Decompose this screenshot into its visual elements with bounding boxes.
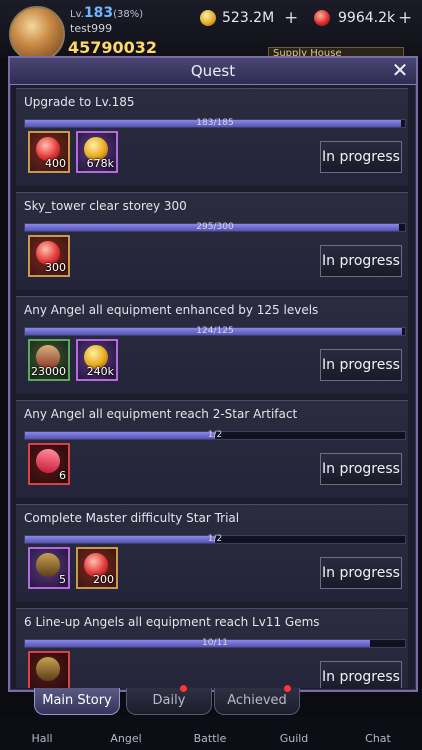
quest-progress-bar: 183/185 bbox=[24, 118, 406, 128]
reward-quantity: 200 bbox=[93, 573, 114, 586]
nav-hall[interactable]: Hall bbox=[0, 716, 84, 750]
gold-amount: 523.2M bbox=[222, 10, 275, 26]
gem-chest-icon bbox=[36, 657, 60, 681]
reward-list bbox=[28, 651, 76, 688]
tab-main-story[interactable]: Main Story bbox=[34, 688, 120, 715]
in-progress-button[interactable]: In progress bbox=[320, 557, 402, 589]
reward-list: 400 678k bbox=[28, 131, 124, 173]
quest-item: Complete Master difficulty Star Trial 1/… bbox=[16, 504, 408, 602]
quest-progress-bar: 1/2 bbox=[24, 430, 406, 440]
quest-progress-bar: 10/11 bbox=[24, 638, 406, 648]
nav-label: Angel bbox=[110, 732, 142, 745]
nav-label: Guild bbox=[279, 732, 309, 745]
quest-item: 6 Line-up Angels all equipment reach Lv1… bbox=[16, 608, 408, 688]
add-gem-button[interactable]: + bbox=[398, 8, 412, 28]
nav-battle[interactable]: Battle bbox=[168, 716, 252, 750]
tab-daily[interactable]: Daily bbox=[126, 685, 212, 715]
quest-progress-bar: 295/300 bbox=[24, 222, 406, 232]
add-gold-button[interactable]: + bbox=[284, 8, 298, 28]
reward-quantity: 23000 bbox=[31, 365, 66, 378]
reward-item[interactable]: 5 bbox=[28, 547, 70, 589]
crystal-icon bbox=[34, 447, 62, 475]
nav-guild[interactable]: Guild bbox=[252, 716, 336, 750]
quest-tabs: Main Story Daily Achieved bbox=[34, 685, 300, 716]
in-progress-button[interactable]: In progress bbox=[320, 661, 402, 688]
progress-text: 10/11 bbox=[202, 638, 228, 648]
progress-text: 1/2 bbox=[207, 534, 223, 544]
tab-label: Main Story bbox=[42, 693, 112, 708]
reward-list: 300 bbox=[28, 235, 76, 277]
player-name: test999 bbox=[70, 22, 113, 35]
reward-quantity: 6 bbox=[59, 469, 66, 482]
panel-header: Quest ✕ bbox=[10, 58, 416, 85]
quest-item: Any Angel all equipment enhanced by 125 … bbox=[16, 296, 408, 394]
nav-label: Battle bbox=[193, 732, 227, 745]
in-progress-button[interactable]: In progress bbox=[320, 349, 402, 381]
reward-item[interactable]: 23000 bbox=[28, 339, 70, 381]
reward-list: 5 200 bbox=[28, 547, 124, 589]
quest-title: Upgrade to Lv.185 bbox=[24, 95, 135, 109]
quest-title: Any Angel all equipment reach 2-Star Art… bbox=[24, 407, 298, 421]
reward-item[interactable]: 678k bbox=[76, 131, 118, 173]
panel-title: Quest bbox=[190, 62, 236, 80]
quest-item: Sky_tower clear storey 300 295/300 300 I… bbox=[16, 192, 408, 290]
tab-label: Daily bbox=[152, 693, 186, 708]
gem-chest-icon bbox=[36, 553, 60, 577]
reward-quantity: 300 bbox=[45, 261, 66, 274]
progress-text: 295/300 bbox=[196, 222, 234, 232]
nav-label: Hall bbox=[31, 732, 53, 745]
quest-item: Any Angel all equipment reach 2-Star Art… bbox=[16, 400, 408, 498]
player-level: Lv.183(38%) bbox=[70, 5, 144, 21]
reward-quantity: 240k bbox=[86, 365, 114, 378]
reward-list: 23000 240k bbox=[28, 339, 124, 381]
in-progress-button[interactable]: In progress bbox=[320, 141, 402, 173]
reward-quantity: 678k bbox=[86, 157, 114, 170]
reward-item[interactable] bbox=[28, 651, 70, 688]
quest-item: Upgrade to Lv.185 183/185 400 678k In pr… bbox=[16, 88, 408, 186]
bottom-nav: Hall Angel Battle Guild Chat bbox=[0, 716, 422, 750]
close-icon[interactable]: ✕ bbox=[390, 60, 410, 80]
reward-item[interactable]: 200 bbox=[76, 547, 118, 589]
reward-quantity: 5 bbox=[59, 573, 66, 586]
reward-item[interactable]: 6 bbox=[28, 443, 70, 485]
nav-chat[interactable]: Chat bbox=[336, 716, 420, 750]
red-gem-icon bbox=[314, 10, 330, 26]
power-value: 45790032 bbox=[68, 38, 158, 57]
notification-badge bbox=[284, 685, 291, 692]
nav-label: Chat bbox=[365, 732, 391, 745]
quest-progress-bar: 124/125 bbox=[24, 326, 406, 336]
reward-item[interactable]: 240k bbox=[76, 339, 118, 381]
nav-angel[interactable]: Angel bbox=[84, 716, 168, 750]
tab-label: Achieved bbox=[227, 693, 287, 708]
in-progress-button[interactable]: In progress bbox=[320, 245, 402, 277]
reward-list: 6 bbox=[28, 443, 76, 485]
quest-list[interactable]: Upgrade to Lv.185 183/185 400 678k In pr… bbox=[16, 88, 408, 688]
player-status-bar: Lv.183(38%) test999 45790032 523.2M + 99… bbox=[0, 0, 422, 63]
avatar[interactable] bbox=[9, 6, 65, 62]
quest-title: Complete Master difficulty Star Trial bbox=[24, 511, 240, 525]
gem-amount: 9964.2k bbox=[338, 10, 396, 26]
quest-title: 6 Line-up Angels all equipment reach Lv1… bbox=[24, 615, 320, 629]
quest-title: Sky_tower clear storey 300 bbox=[24, 199, 187, 213]
tab-achieved[interactable]: Achieved bbox=[214, 685, 300, 715]
quest-title: Any Angel all equipment enhanced by 125 … bbox=[24, 303, 319, 317]
notification-badge bbox=[180, 685, 187, 692]
reward-item[interactable]: 300 bbox=[28, 235, 70, 277]
reward-item[interactable]: 400 bbox=[28, 131, 70, 173]
level-value: 183 bbox=[83, 5, 114, 21]
progress-text: 124/125 bbox=[196, 326, 234, 336]
progress-text: 1/2 bbox=[207, 430, 223, 440]
reward-quantity: 400 bbox=[45, 157, 66, 170]
in-progress-button[interactable]: In progress bbox=[320, 453, 402, 485]
quest-progress-bar: 1/2 bbox=[24, 534, 406, 544]
quest-panel: Quest ✕ Upgrade to Lv.185 183/185 400 67… bbox=[8, 56, 418, 692]
progress-text: 183/185 bbox=[196, 118, 234, 128]
gold-coin-icon bbox=[200, 10, 216, 26]
